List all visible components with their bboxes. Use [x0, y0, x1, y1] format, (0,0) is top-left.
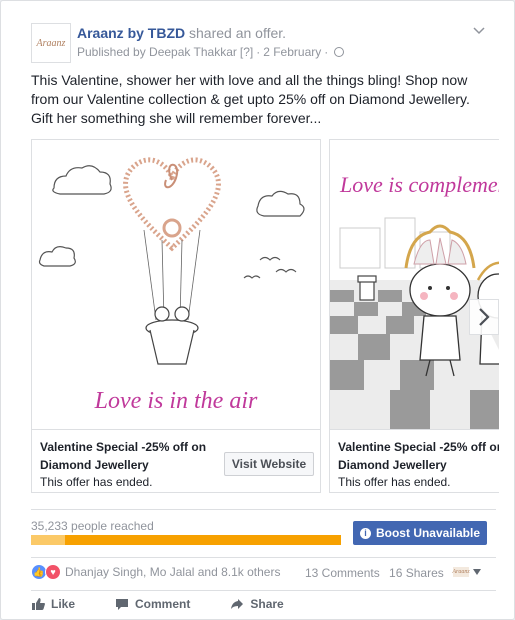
page-name-link[interactable]: Araanz by TBZD	[77, 25, 185, 41]
carousel-card[interactable]: Love is in the air Valentine Special -25…	[31, 139, 321, 493]
card-image-balloon[interactable]: Love is in the air	[32, 140, 320, 430]
boost-button-label: Boost Unavailable	[375, 526, 481, 540]
boost-unavailable-button[interactable]: i Boost Unavailable	[353, 521, 487, 545]
divider	[31, 590, 496, 591]
header-action-text: shared an offer.	[189, 25, 287, 41]
thumbs-up-icon	[32, 598, 45, 610]
love-reaction-icon: ♥	[45, 564, 61, 580]
post-card: Araanz Araanz by TBZD shared an offer. P…	[0, 0, 515, 620]
header-meta: Published by Deepak Thakkar [?] · 2 Febr…	[77, 45, 345, 59]
meta-separator: ·	[256, 45, 261, 59]
card-image-caption: Love is complementi	[339, 172, 499, 197]
info-icon: i	[359, 527, 371, 539]
post-header: Araanz Araanz by TBZD shared an offer. P…	[31, 23, 494, 63]
card-title[interactable]: Valentine Special -25% off on Diamond Je…	[40, 438, 220, 474]
caret-down-icon	[473, 569, 481, 575]
post-date[interactable]: 2 February	[263, 45, 321, 59]
mini-page-avatar: Araanz	[452, 567, 470, 577]
reactions-text[interactable]: Dhanjay Singh, Mo Jalal and 8.1k others	[65, 565, 280, 579]
globe-icon	[334, 47, 345, 57]
engagement-counts: 13 Comments 16 Shares	[305, 566, 444, 580]
comments-count[interactable]: 13 Comments	[305, 566, 380, 580]
divider	[31, 509, 496, 510]
page-avatar[interactable]: Araanz	[31, 23, 71, 63]
reach-count[interactable]: 35,233 people reached	[31, 519, 154, 533]
shares-count[interactable]: 16 Shares	[389, 566, 444, 580]
share-arrow-icon	[231, 599, 244, 609]
card-image-chess[interactable]: Love is complementi	[330, 140, 499, 430]
comment-button[interactable]: Comment	[115, 597, 190, 611]
reach-organic-fill	[31, 535, 66, 545]
meta-separator: ·	[324, 45, 329, 59]
help-mark[interactable]: [?]	[240, 45, 253, 59]
carousel-next-arrow-icon[interactable]	[469, 299, 499, 335]
post-text: This Valentine, shower her with love and…	[31, 72, 470, 126]
card-status: This offer has ended.	[40, 475, 153, 489]
post-as-selector[interactable]: Araanz	[452, 567, 481, 577]
card-image-caption: Love is in the air	[94, 388, 258, 414]
header-title: Araanz by TBZD shared an offer.	[77, 25, 286, 41]
card-title[interactable]: Valentine Special -25% off on Diamond Je…	[338, 438, 499, 474]
chevron-down-icon[interactable]	[472, 23, 486, 37]
reactions-summary[interactable]: 👍 ♥ Dhanjay Singh, Mo Jalal and 8.1k oth…	[31, 564, 280, 580]
card-status: This offer has ended.	[338, 475, 451, 489]
divider	[31, 557, 496, 558]
offer-carousel: Love is in the air Valentine Special -25…	[31, 139, 499, 495]
comment-icon	[116, 599, 129, 610]
like-label: Like	[51, 597, 76, 611]
like-button[interactable]: Like	[31, 597, 75, 611]
share-button[interactable]: Share	[230, 597, 284, 611]
published-by[interactable]: Published by Deepak Thakkar	[77, 45, 237, 59]
reach-progress-bar	[31, 535, 341, 545]
avatar-logo-text: Araanz	[36, 37, 66, 49]
share-label: Share	[250, 597, 284, 611]
visit-website-button[interactable]: Visit Website	[224, 452, 314, 476]
comment-label: Comment	[135, 597, 191, 611]
post-actions: Like Comment Share	[31, 597, 284, 611]
